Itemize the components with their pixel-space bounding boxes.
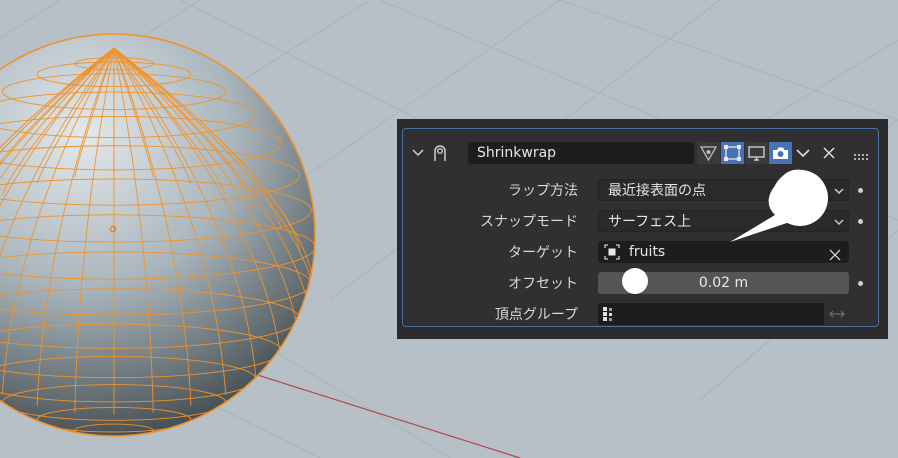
edit-mode-toggle[interactable]	[721, 142, 744, 164]
on-cage-icon	[699, 146, 718, 162]
realtime-display-toggle[interactable]	[745, 142, 768, 164]
wrap-method-keyframe-dot[interactable]	[858, 188, 863, 193]
edit-mode-icon	[724, 145, 741, 161]
target-value: fruits	[629, 244, 666, 260]
wrap-method-label: ラップ方法	[508, 183, 578, 199]
clear-target-icon[interactable]	[829, 246, 841, 268]
vertex-group-icon	[602, 306, 618, 326]
target-object-field[interactable]: fruits	[598, 241, 849, 263]
invert-vertex-group-button[interactable]	[824, 303, 849, 325]
chevron-down-icon	[834, 211, 844, 241]
collapse-chevron-icon[interactable]	[411, 143, 425, 163]
uv-sphere-mesh[interactable]	[0, 33, 316, 437]
modifier-name-field[interactable]: Shrinkwrap	[468, 142, 694, 164]
modifier-panel: Shrinkwrap ラップ方法 最近接表面の点 スナップモード サーフェス上 …	[397, 119, 888, 339]
shrinkwrap-modifier-box: Shrinkwrap ラップ方法 最近接表面の点 スナップモード サーフェス上 …	[402, 128, 879, 327]
snap-mode-keyframe-dot[interactable]	[858, 219, 863, 224]
snap-mode-label: スナップモード	[480, 214, 578, 230]
on-cage-button[interactable]	[697, 142, 720, 164]
realtime-display-icon	[748, 146, 765, 161]
render-toggle[interactable]	[769, 142, 792, 164]
offset-number-field[interactable]: 0.02 m	[598, 272, 849, 294]
wrap-method-dropdown[interactable]: 最近接表面の点	[598, 179, 849, 201]
options-dropdown-icon[interactable]	[795, 144, 811, 162]
snap-mode-dropdown[interactable]: サーフェス上	[598, 210, 849, 232]
offset-keyframe-dot[interactable]	[858, 281, 863, 286]
invert-arrows-icon	[828, 310, 845, 318]
mesh-object-icon	[604, 244, 620, 267]
target-label: ターゲット	[508, 245, 578, 261]
wrap-method-value: 最近接表面の点	[608, 183, 706, 199]
vertex-group-field[interactable]	[598, 303, 824, 325]
render-icon	[773, 147, 788, 159]
close-icon[interactable]	[821, 144, 837, 162]
offset-label: オフセット	[508, 276, 578, 292]
chevron-down-icon	[834, 180, 844, 210]
drag-handle-icon[interactable]	[853, 147, 871, 160]
vertex-group-label: 頂点グループ	[494, 307, 578, 323]
shrinkwrap-modifier-icon	[430, 143, 450, 163]
x-axis-line	[247, 371, 521, 458]
snap-mode-value: サーフェス上	[608, 214, 692, 230]
